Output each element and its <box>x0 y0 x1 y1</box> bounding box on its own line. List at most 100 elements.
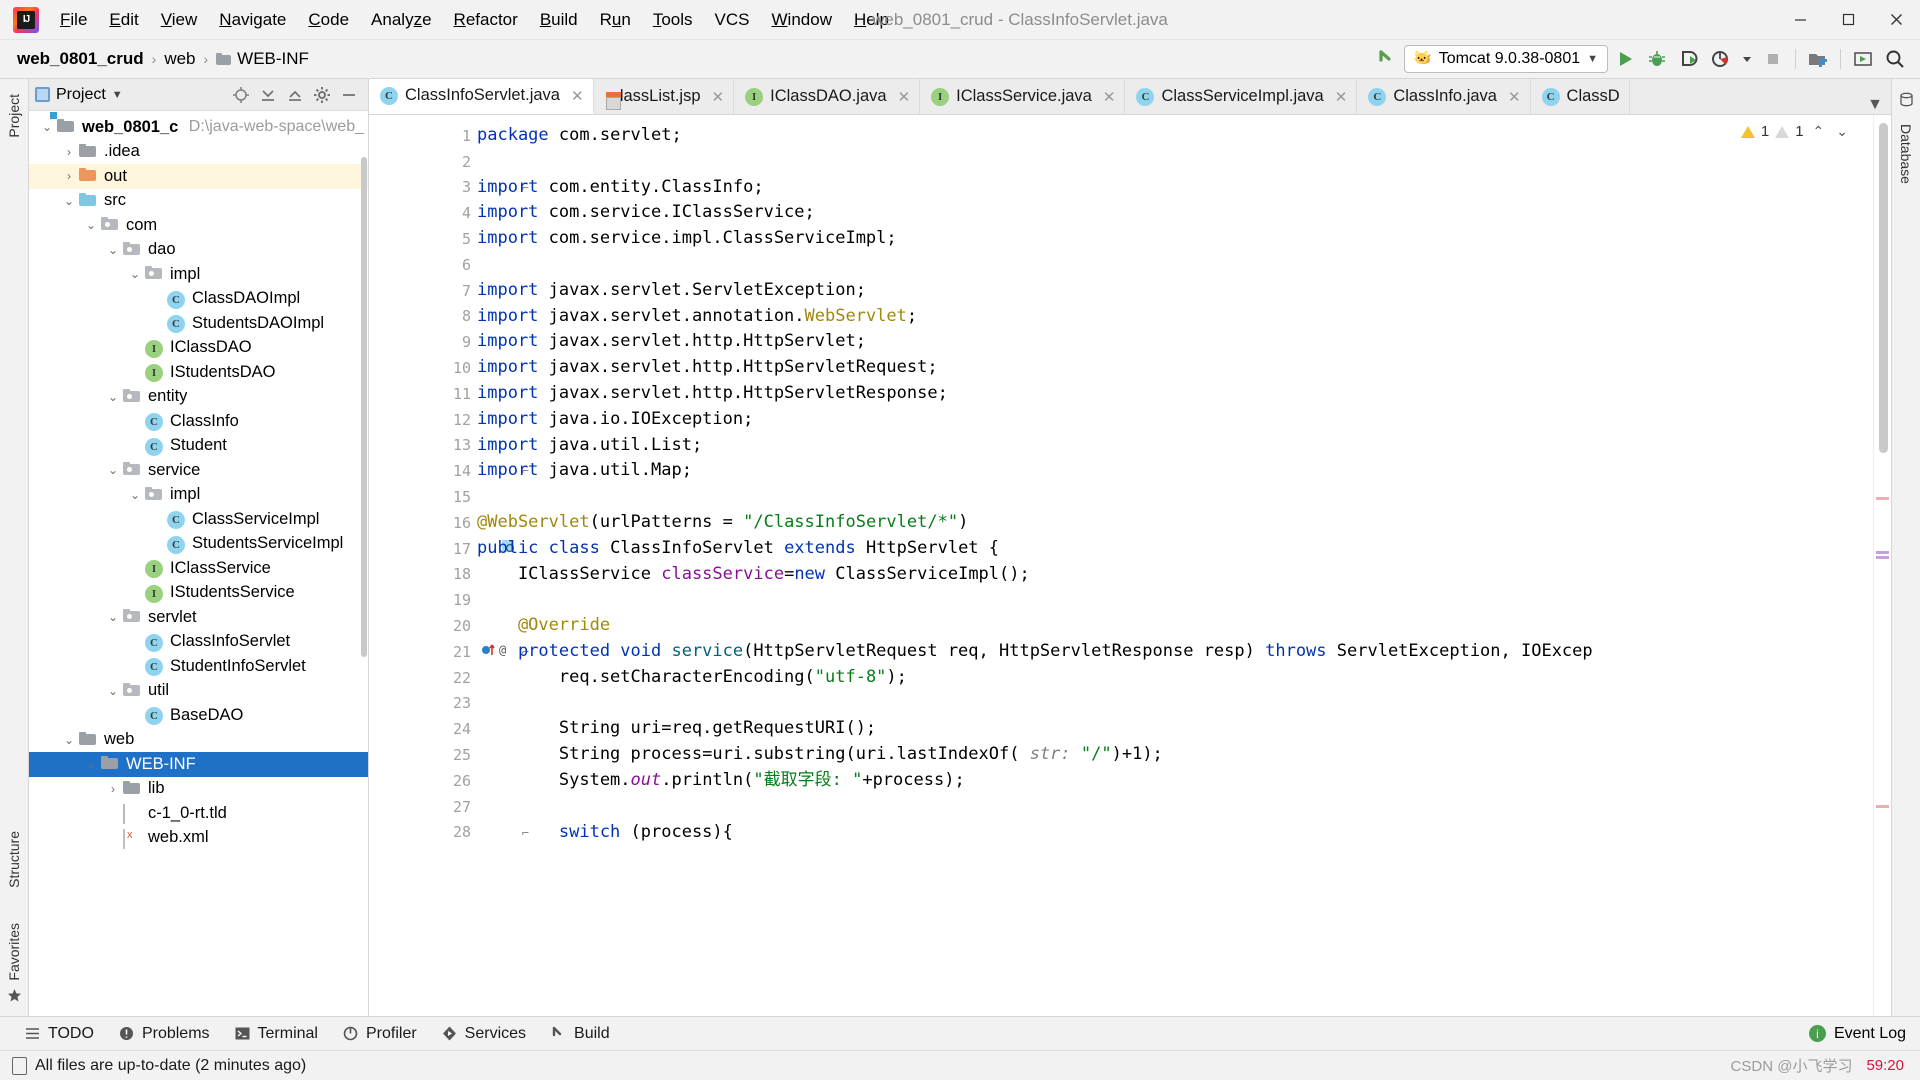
settings-gear-icon[interactable] <box>313 86 331 104</box>
rail-button-project[interactable]: Project <box>6 87 22 145</box>
project-tree[interactable]: ⌄ web_0801_crud D:\java-web-space\web_ › .id… <box>29 111 368 1016</box>
chevron-down-icon[interactable]: ⌄ <box>103 463 123 477</box>
code-line-12[interactable]: import java.io.IOException; <box>477 407 1873 433</box>
gutter-line-5[interactable]: 5 <box>369 226 477 252</box>
tool-button-terminal[interactable]: Terminal <box>222 1021 330 1047</box>
tree-node-service[interactable]: ⌄ service <box>29 458 368 483</box>
editor-tab-classd[interactable]: C ClassD <box>1531 79 1630 114</box>
editor-gutter[interactable]: 1 2 3 ⌐ 4 5 6 7 8 9 10 11 12 13 14 ⌐ 15 16 17 18 19 20 21 @ ⌐ 22 2… <box>369 115 529 1016</box>
menu-edit[interactable]: Edit <box>98 6 149 34</box>
breadcrumb-item-web[interactable]: web <box>159 47 200 71</box>
tree-node-studentinfoservlet[interactable]: C StudentInfoServlet <box>29 654 368 679</box>
rail-button-structure[interactable]: Structure <box>6 824 22 895</box>
tree-node-src[interactable]: ⌄ src <box>29 189 368 214</box>
chevron-down-icon[interactable]: ⌄ <box>103 610 123 624</box>
code-line-14[interactable]: import java.util.Map; <box>477 458 1873 484</box>
gutter-line-9[interactable]: 9 <box>369 329 477 355</box>
menu-code[interactable]: Code <box>297 6 360 34</box>
menu-window[interactable]: Window <box>761 6 843 34</box>
menu-tools[interactable]: Tools <box>642 6 704 34</box>
update-button[interactable] <box>1848 44 1878 74</box>
close-icon[interactable]: ✕ <box>571 87 584 105</box>
gutter-line-19[interactable]: 19 <box>369 587 477 613</box>
chevron-right-icon[interactable]: › <box>59 145 79 159</box>
stop-button[interactable] <box>1758 44 1788 74</box>
gutter-line-28[interactable]: 28 ⌐ <box>369 820 529 846</box>
close-icon[interactable]: ✕ <box>1508 88 1521 106</box>
tool-button-build[interactable]: Build <box>538 1021 622 1047</box>
gutter-line-14[interactable]: 14 ⌐ <box>369 458 529 484</box>
breadcrumb[interactable]: web_0801_crud › web › WEB-INF <box>12 47 314 71</box>
tree-node-web[interactable]: ⌄ web <box>29 728 368 753</box>
rail-button-favorites[interactable]: Favorites <box>6 916 22 988</box>
code-line-4[interactable]: import com.service.IClassService; <box>477 200 1873 226</box>
gutter-line-3[interactable]: 3 ⌐ <box>369 175 529 201</box>
inspection-widget[interactable]: 1 1 ⌃ ⌄ <box>1740 123 1851 140</box>
gutter-line-15[interactable]: 15 <box>369 484 477 510</box>
tree-node-util[interactable]: ⌄ util <box>29 679 368 704</box>
editor-tab-classinfoservlet-java[interactable]: C ClassInfoServlet.java ✕ <box>369 79 594 114</box>
code-line-15[interactable] <box>477 484 1873 510</box>
editor-scrollbar-column[interactable] <box>1873 115 1891 1016</box>
tree-node-com[interactable]: ⌄ com <box>29 213 368 238</box>
profile-dropdown-icon[interactable] <box>1738 44 1756 74</box>
gutter-line-17[interactable]: 17 <box>369 536 515 562</box>
editor-tab-classserviceimpl-java[interactable]: C ClassServiceImpl.java ✕ <box>1125 79 1358 114</box>
gutter-line-25[interactable]: 25 <box>369 742 477 768</box>
project-tree-scrollbar[interactable] <box>361 157 367 657</box>
chevron-down-icon[interactable]: ⌄ <box>59 194 79 208</box>
tree-node-iclassservice[interactable]: I IClassService <box>29 556 368 581</box>
close-icon[interactable]: ✕ <box>898 88 911 106</box>
tab-overflow-chevron-icon[interactable]: ▼ <box>1859 96 1891 114</box>
gutter-line-24[interactable]: 24 <box>369 716 477 742</box>
tool-button-problems[interactable]: Problems <box>106 1021 222 1047</box>
menu-help[interactable]: Help <box>843 6 900 34</box>
tree-node-classdaoimpl[interactable]: C ClassDAOImpl <box>29 287 368 312</box>
close-icon[interactable]: ✕ <box>1335 88 1348 106</box>
code-line-2[interactable] <box>477 149 1873 175</box>
gutter-line-21[interactable]: 21 @ ⌐ <box>369 639 529 665</box>
menu-build[interactable]: Build <box>529 6 589 34</box>
tree-node-servlet[interactable]: ⌄ servlet <box>29 605 368 630</box>
code-line-13[interactable]: import java.util.List; <box>477 433 1873 459</box>
gutter-line-23[interactable]: 23 <box>369 691 477 717</box>
run-with-coverage-button[interactable] <box>1674 44 1704 74</box>
collapse-all-icon[interactable] <box>286 86 304 104</box>
build-project-button[interactable] <box>1803 44 1833 74</box>
expand-all-icon[interactable] <box>259 86 277 104</box>
chevron-down-icon[interactable]: ⌄ <box>103 243 123 257</box>
gutter-line-7[interactable]: 7 <box>369 278 477 304</box>
menu-run[interactable]: Run <box>589 6 642 34</box>
gutter-line-26[interactable]: 26 <box>369 768 477 794</box>
editor-scrollbar-thumb[interactable] <box>1879 123 1888 453</box>
tree-node-classinfo[interactable]: C ClassInfo <box>29 409 368 434</box>
editor-tab-bar[interactable]: C ClassInfoServlet.java ✕ classList.jsp ✕ I IC… <box>369 79 1891 115</box>
chevron-down-icon[interactable]: ⌄ <box>37 120 57 134</box>
hide-panel-icon[interactable] <box>340 86 358 104</box>
locate-icon[interactable] <box>232 86 250 104</box>
chevron-right-icon[interactable]: › <box>59 169 79 183</box>
chevron-right-icon[interactable]: › <box>103 782 123 796</box>
gutter-line-8[interactable]: 8 <box>369 304 477 330</box>
code-line-21[interactable]: protected void service(HttpServletReques… <box>477 639 1873 665</box>
tool-button-services[interactable]: Services <box>429 1021 538 1047</box>
tree-node-entity[interactable]: ⌄ entity <box>29 385 368 410</box>
menu-vcs[interactable]: VCS <box>704 6 761 34</box>
code-line-25[interactable]: String process=uri.substring(uri.lastInd… <box>477 742 1873 768</box>
tree-node-web-xml[interactable]: web.xml <box>29 826 368 851</box>
code-line-28[interactable]: switch (process){ <box>477 820 1873 846</box>
editor-tab-iclassdao-java[interactable]: I IClassDAO.java ✕ <box>734 79 921 114</box>
arrow-up-left-icon[interactable] <box>1372 44 1402 74</box>
tree-node-classserviceimpl[interactable]: C ClassServiceImpl <box>29 507 368 532</box>
code-line-19[interactable] <box>477 587 1873 613</box>
profile-button[interactable] <box>1706 44 1736 74</box>
tree-node-web-inf[interactable]: ⌄ WEB-INF <box>29 752 368 777</box>
menu-view[interactable]: View <box>150 6 209 34</box>
code-line-7[interactable]: import javax.servlet.ServletException; <box>477 278 1873 304</box>
debug-button[interactable] <box>1642 44 1672 74</box>
menu-navigate[interactable]: Navigate <box>208 6 297 34</box>
gutter-line-12[interactable]: 12 <box>369 407 477 433</box>
code-line-9[interactable]: import javax.servlet.http.HttpServlet; <box>477 329 1873 355</box>
tree-node-c-1-0-rt-tld[interactable]: c-1_0-rt.tld <box>29 801 368 826</box>
gutter-line-18[interactable]: 18 <box>369 562 477 588</box>
